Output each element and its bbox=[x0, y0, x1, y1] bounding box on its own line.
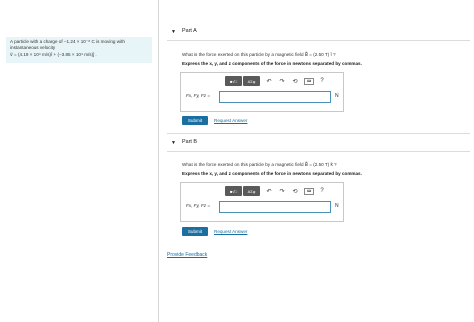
part-b-answer-panel: ■√□ AΣφ ↶ ↷ ⟲ ⌨ ? Fx, Fy, Fz = N bbox=[180, 182, 344, 222]
problem-statement: A particle with a charge of −1.24 × 10⁻⁸… bbox=[6, 37, 152, 63]
symbols-button[interactable]: AΣφ bbox=[243, 186, 260, 196]
divider bbox=[167, 151, 470, 152]
part-b-submit-button[interactable]: Submit bbox=[182, 227, 208, 236]
collapse-triangle-icon[interactable]: ▼ bbox=[171, 140, 176, 146]
part-a-instruction: Express the x, y, and z components of th… bbox=[182, 61, 362, 66]
part-a-toolbar: ■√□ AΣφ ↶ ↷ ⟲ ⌨ ? bbox=[225, 76, 327, 86]
reset-icon[interactable]: ⟲ bbox=[290, 186, 300, 196]
help-icon[interactable]: ? bbox=[317, 186, 327, 196]
part-a-question: What is the force exerted on this partic… bbox=[182, 52, 336, 57]
part-b-toolbar: ■√□ AΣφ ↶ ↷ ⟲ ⌨ ? bbox=[225, 186, 327, 196]
part-b-unit: N bbox=[335, 203, 339, 209]
collapse-triangle-icon[interactable]: ▼ bbox=[171, 29, 176, 35]
redo-icon[interactable]: ↷ bbox=[277, 186, 287, 196]
problem-column: A particle with a charge of −1.24 × 10⁻⁸… bbox=[0, 0, 159, 322]
part-a-request-answer-link[interactable]: Request Answer bbox=[214, 118, 247, 123]
part-a-answer-panel: ■√□ AΣφ ↶ ↷ ⟲ ⌨ ? Fx, Fy, Fz = N bbox=[180, 72, 344, 112]
provide-feedback-link[interactable]: Provide Feedback bbox=[167, 252, 207, 258]
part-b-request-answer-link[interactable]: Request Answer bbox=[214, 229, 247, 234]
templates-button[interactable]: ■√□ bbox=[225, 76, 242, 86]
part-a-eq-label: Fx, Fy, Fz = bbox=[186, 93, 211, 98]
part-b-answer-input[interactable] bbox=[219, 201, 331, 213]
part-b-instruction: Express the x, y, and z components of th… bbox=[182, 171, 362, 176]
part-b-eq-label: Fx, Fy, Fz = bbox=[186, 203, 211, 208]
help-icon[interactable]: ? bbox=[317, 76, 327, 86]
divider bbox=[167, 40, 470, 41]
redo-icon[interactable]: ↷ bbox=[277, 76, 287, 86]
reset-icon[interactable]: ⟲ bbox=[290, 76, 300, 86]
divider bbox=[167, 133, 470, 134]
problem-line-3: v⃗ = (4.19 × 10⁴ m/s)î + (−3.85 × 10⁴ m/… bbox=[10, 51, 97, 57]
keyboard-icon[interactable]: ⌨ bbox=[304, 77, 314, 85]
part-b-label: Part B bbox=[182, 139, 197, 145]
undo-icon[interactable]: ↶ bbox=[264, 76, 274, 86]
templates-button[interactable]: ■√□ bbox=[225, 186, 242, 196]
part-a-submit-button[interactable]: Submit bbox=[182, 116, 208, 125]
part-b-question: What is the force exerted on this partic… bbox=[182, 162, 337, 167]
part-a-unit: N bbox=[335, 93, 339, 99]
keyboard-icon[interactable]: ⌨ bbox=[304, 187, 314, 195]
undo-icon[interactable]: ↶ bbox=[264, 186, 274, 196]
symbols-button[interactable]: AΣφ bbox=[243, 76, 260, 86]
part-a-answer-input[interactable] bbox=[219, 91, 331, 103]
part-a-label: Part A bbox=[182, 28, 197, 34]
